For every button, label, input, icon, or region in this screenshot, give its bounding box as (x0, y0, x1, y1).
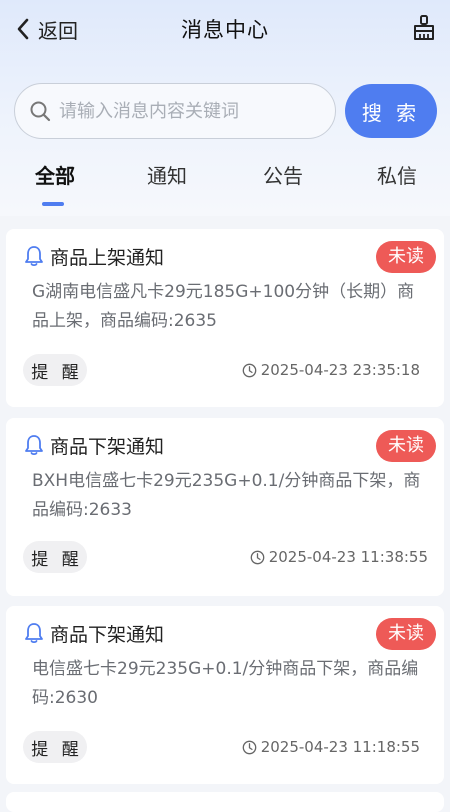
remind-button[interactable]: 提 醒 (23, 541, 87, 573)
message-time: 2025-04-23 11:18:55 (242, 731, 420, 763)
page-title: 消息中心 (181, 18, 269, 42)
bell-icon (25, 246, 43, 267)
clock-icon (242, 740, 257, 754)
message-header: 商品上架通知 (24, 241, 164, 271)
nav-bar: 返回 消息中心 (0, 0, 450, 60)
active-tab-indicator (42, 202, 64, 206)
unread-badge: 未读 (376, 430, 436, 462)
remind-button[interactable]: 提 醒 (23, 354, 87, 386)
bell-icon (25, 623, 43, 644)
broom-icon[interactable] (412, 14, 436, 42)
bell-icon (25, 435, 43, 456)
message-card[interactable]: 商品下架通知 未读 电信盛七卡29元235G+0.1/分钟商品下架，商品编码:2… (6, 606, 444, 784)
message-timestamp: 2025-04-23 11:38:55 (268, 548, 428, 566)
tab-bar: 全部 通知 公告 私信 (0, 160, 450, 212)
message-card[interactable]: 商品上架通知 未读 G湖南电信盛凡卡29元185G+100分钟（长期）商品上架，… (6, 229, 444, 407)
message-title: 商品上架通知 (50, 246, 165, 269)
message-header: 商品下架通知 (24, 618, 164, 648)
search-box[interactable] (14, 83, 336, 139)
search-icon (30, 101, 51, 122)
tab-announcements[interactable]: 公告 (228, 160, 338, 189)
message-title: 商品下架通知 (50, 435, 165, 458)
message-card-partial (6, 792, 444, 812)
message-time: 2025-04-23 11:38:55 (250, 541, 428, 573)
message-content: 电信盛七卡29元235G+0.1/分钟商品下架，商品编码:2630 (32, 659, 419, 708)
remind-button[interactable]: 提 醒 (23, 731, 87, 763)
tab-notifications[interactable]: 通知 (112, 160, 222, 189)
search-button[interactable]: 搜 索 (345, 84, 437, 138)
search-bar: 搜 索 (14, 83, 438, 139)
message-content: BXH电信盛七卡29元235G+0.1/分钟商品下架，商品编码:2633 (32, 471, 421, 520)
clock-icon (250, 550, 265, 564)
unread-badge: 未读 (376, 618, 436, 650)
message-card[interactable]: 商品下架通知 未读 BXH电信盛七卡29元235G+0.1/分钟商品下架，商品编… (6, 418, 444, 596)
message-timestamp: 2025-04-23 23:35:18 (260, 361, 420, 379)
clock-icon (242, 363, 257, 377)
message-title: 商品下架通知 (50, 623, 165, 646)
search-input[interactable] (59, 100, 329, 122)
message-timestamp: 2025-04-23 11:18:55 (260, 738, 420, 756)
unread-badge: 未读 (376, 241, 436, 273)
message-time: 2025-04-23 23:35:18 (242, 354, 420, 386)
message-header: 商品下架通知 (24, 430, 164, 460)
tab-private-messages[interactable]: 私信 (342, 160, 450, 189)
message-content: G湖南电信盛凡卡29元185G+100分钟（长期）商品上架，商品编码:2635 (32, 282, 415, 331)
tab-all[interactable]: 全部 (0, 160, 110, 189)
